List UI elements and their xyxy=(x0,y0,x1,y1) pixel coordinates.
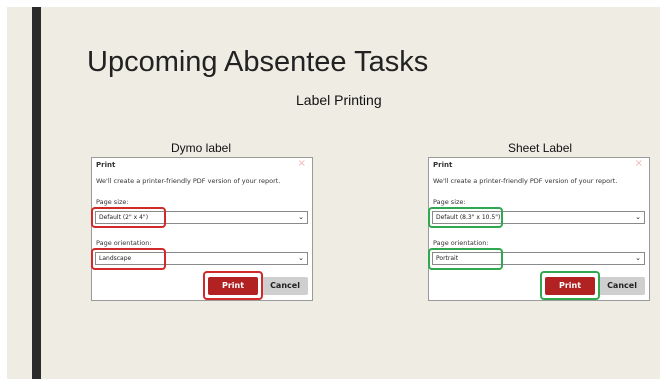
print-dialog-dymo: Print × We'll create a printer-friendly … xyxy=(91,157,313,301)
dialog-title: Print xyxy=(96,161,116,169)
panel-heading-sheet: Sheet Label xyxy=(508,141,573,155)
page-orientation-value: Landscape xyxy=(99,255,132,262)
panel-heading-dymo: Dymo label xyxy=(171,141,232,155)
slide-subtitle: Label Printing xyxy=(296,92,382,108)
page-orientation-select[interactable]: Portrait ⌄ xyxy=(432,252,645,265)
cancel-button[interactable]: Cancel xyxy=(599,277,645,295)
page-orientation-select[interactable]: Landscape ⌄ xyxy=(95,252,308,265)
chevron-down-icon: ⌄ xyxy=(635,213,641,221)
page-size-value: Default (8.3" x 10.5") xyxy=(436,214,501,221)
chevron-down-icon: ⌄ xyxy=(298,254,304,262)
close-icon[interactable]: × xyxy=(635,159,643,169)
page-orientation-label: Page orientation: xyxy=(433,239,489,247)
close-icon[interactable]: × xyxy=(298,159,306,169)
page-size-value: Default (2" x 4") xyxy=(99,214,149,221)
page-orientation-label: Page orientation: xyxy=(96,239,152,247)
print-dialog-sheet: Print × We'll create a printer-friendly … xyxy=(428,157,650,301)
page-size-select[interactable]: Default (8.3" x 10.5") ⌄ xyxy=(432,211,645,224)
slide-title: Upcoming Absentee Tasks xyxy=(87,46,429,78)
dialog-description: We'll create a printer-friendly PDF vers… xyxy=(96,177,281,185)
page-orientation-value: Portrait xyxy=(436,255,459,262)
chevron-down-icon: ⌄ xyxy=(298,213,304,221)
page-size-select[interactable]: Default (2" x 4") ⌄ xyxy=(95,211,308,224)
dialog-title: Print xyxy=(433,161,453,169)
print-button[interactable]: Print xyxy=(545,277,595,295)
cancel-button[interactable]: Cancel xyxy=(262,277,308,295)
accent-bar xyxy=(32,7,41,379)
slide: Upcoming Absentee Tasks Label Printing D… xyxy=(0,0,667,379)
chevron-down-icon: ⌄ xyxy=(635,254,641,262)
dialog-description: We'll create a printer-friendly PDF vers… xyxy=(433,177,618,185)
page-size-label: Page size: xyxy=(433,198,466,206)
print-button[interactable]: Print xyxy=(208,277,258,295)
page-size-label: Page size: xyxy=(96,198,129,206)
